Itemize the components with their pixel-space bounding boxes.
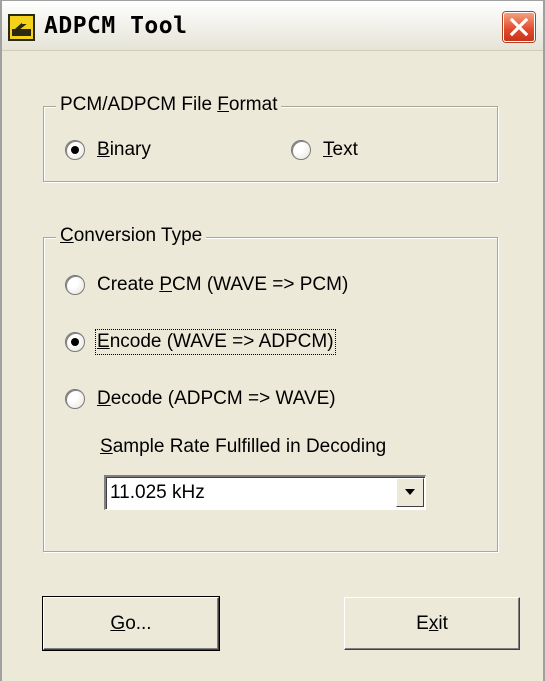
radio-text[interactable]: Text <box>291 139 358 161</box>
conversion-type-legend: Conversion Type <box>56 225 207 247</box>
radio-create-pcm-indicator[interactable] <box>65 275 85 295</box>
dropdown-button[interactable] <box>396 478 424 507</box>
close-button[interactable] <box>503 12 535 42</box>
chevron-down-icon <box>405 489 415 495</box>
radio-binary[interactable]: Binary <box>65 139 151 161</box>
radio-binary-indicator[interactable] <box>65 140 85 160</box>
radio-decode-label: Decode (ADPCM => WAVE) <box>97 388 336 409</box>
sample-rate-label: Sample Rate Fulfilled in Decoding <box>100 436 387 457</box>
close-icon <box>509 17 529 37</box>
app-icon <box>8 14 35 41</box>
go-button-label: Go... <box>110 612 152 634</box>
radio-text-label: Text <box>323 139 358 160</box>
radio-decode[interactable]: Decode (ADPCM => WAVE) <box>65 388 336 410</box>
radio-create-pcm[interactable]: Create PCM (WAVE => PCM) <box>65 274 348 296</box>
sample-rate-value: 11.025 kHz <box>110 482 205 503</box>
title-bar[interactable]: ADPCM Tool <box>2 1 543 51</box>
radio-decode-indicator[interactable] <box>65 389 85 409</box>
adpcm-tool-window: ADPCM Tool PCM/ADPCM File Format Binary … <box>0 0 545 681</box>
radio-encode-label: Encode (WAVE => ADPCM) <box>95 329 336 355</box>
radio-create-pcm-label: Create PCM (WAVE => PCM) <box>97 274 349 295</box>
file-format-legend: PCM/ADPCM File Format <box>56 94 282 116</box>
window-title: ADPCM Tool <box>44 13 188 39</box>
exit-button-label: Exit <box>416 612 448 634</box>
sample-rate-select[interactable]: 11.025 kHz <box>104 475 426 510</box>
radio-encode[interactable]: Encode (WAVE => ADPCM) <box>65 329 336 355</box>
go-button[interactable]: Go... <box>42 596 220 651</box>
radio-binary-label: Binary <box>97 139 151 160</box>
radio-encode-indicator[interactable] <box>65 332 85 352</box>
exit-button[interactable]: Exit <box>344 597 520 650</box>
radio-text-indicator[interactable] <box>291 140 311 160</box>
